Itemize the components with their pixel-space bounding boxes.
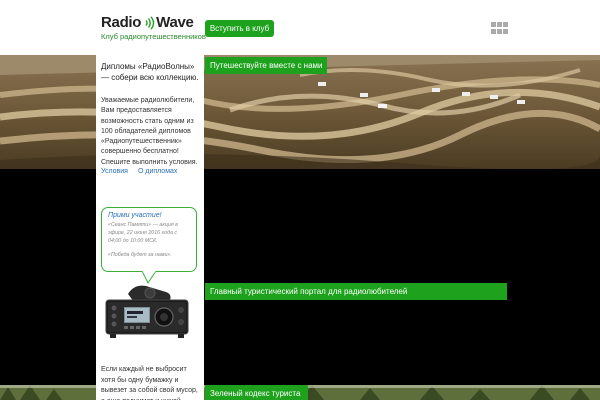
green-code-banner[interactable]: Зеленый кодекс туриста <box>205 385 308 400</box>
conditions-link[interactable]: Условия <box>101 168 128 175</box>
radio-transceiver-image <box>105 285 189 338</box>
site-header: Radio Wave Клуб радиопутешественников Вс… <box>0 0 600 55</box>
dark-content-area <box>0 169 600 385</box>
diplomas-links: Условия О дипломах <box>101 168 177 175</box>
travel-together-banner[interactable]: Путешествуйте вместе с нами <box>205 57 327 74</box>
callout-text: «Сеанс Памяти» — акция в эфире, 22 июня … <box>108 222 178 244</box>
eco-teaser-text: Если каждый не выбросит хотя бы одну бум… <box>101 366 198 400</box>
tourist-portal-banner[interactable]: Главный туристический портал для радиолю… <box>205 283 507 300</box>
callout-quote: «Победа будет за нами». <box>108 252 172 259</box>
sidebar: Дипломы «РадиоВолны» — собери всю коллек… <box>96 55 204 400</box>
diplomas-title: Дипломы «РадиоВолны» — собери всю коллек… <box>101 62 199 82</box>
site-logo[interactable]: Radio Wave <box>101 14 194 32</box>
logo-text-radio: Radio <box>101 14 142 31</box>
grid-icon[interactable] <box>491 22 508 34</box>
participate-callout: Прими участие! «Сеанс Памяти» — акция в … <box>101 207 197 272</box>
join-club-button[interactable]: Вступить в клуб <box>205 20 274 37</box>
logo-text-wave: Wave <box>156 14 194 31</box>
radio-waves-icon <box>145 16 155 30</box>
about-diplomas-link[interactable]: О дипломах <box>138 168 177 175</box>
diplomas-description: Уважаемые радиолюбители, Вам предоставля… <box>101 97 198 166</box>
callout-title[interactable]: Прими участие! <box>108 211 190 221</box>
site-tagline: Клуб радиопутешественников <box>101 32 206 41</box>
